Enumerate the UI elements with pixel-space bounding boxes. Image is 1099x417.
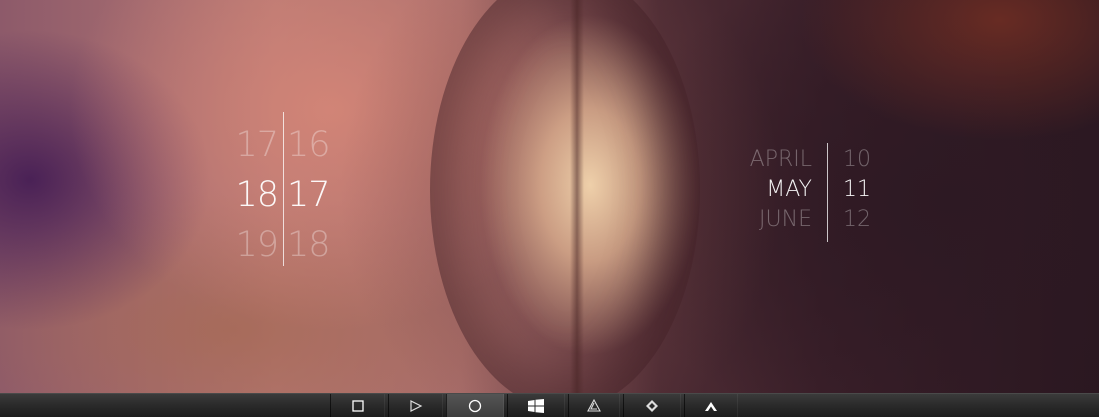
taskbar-button-square[interactable] — [330, 394, 385, 417]
current-minute: 17 — [287, 175, 331, 215]
time-widget: 17 18 19 16 17 18 — [226, 112, 346, 266]
taskbar — [0, 393, 1099, 417]
hours-column: 17 18 19 — [226, 120, 279, 270]
next-hour: 19 — [235, 225, 279, 265]
time-separator — [283, 112, 284, 266]
date-widget: APRIL MAY JUNE 10 11 12 — [740, 143, 880, 243]
taskbar-button-circle[interactable] — [446, 394, 504, 417]
current-hour: 18 — [235, 175, 279, 215]
play-triangle-icon — [409, 399, 423, 412]
taskbar-button-delta[interactable] — [568, 394, 620, 417]
next-day: 12 — [843, 207, 871, 232]
days-column: 10 11 12 — [843, 145, 883, 235]
next-minute: 18 — [287, 225, 331, 265]
previous-day: 10 — [843, 147, 871, 172]
taskbar-button-windows[interactable] — [507, 394, 565, 417]
taskbar-button-diamond[interactable] — [623, 394, 681, 417]
previous-month: APRIL — [749, 147, 812, 172]
wallpaper-center-line — [570, 0, 584, 393]
delta-triangle-icon — [587, 399, 601, 412]
taskbar-button-chevron[interactable] — [684, 394, 738, 417]
taskbar-button-play[interactable] — [388, 394, 443, 417]
wallpaper-ring-shading — [430, 0, 700, 393]
date-separator — [827, 143, 828, 242]
chevron-up-icon — [704, 400, 718, 412]
current-month: MAY — [766, 177, 812, 202]
desktop-wallpaper: 17 18 19 16 17 18 APRIL MAY JUNE 10 11 1… — [0, 0, 1099, 393]
windows-logo-icon — [528, 398, 544, 413]
next-month: JUNE — [759, 207, 812, 232]
minutes-column: 16 17 18 — [287, 120, 339, 270]
months-column: APRIL MAY JUNE — [722, 145, 812, 235]
circle-icon — [468, 399, 482, 413]
square-icon — [351, 399, 364, 412]
previous-minute: 16 — [287, 125, 331, 165]
current-day: 11 — [843, 177, 871, 202]
diamond-icon — [645, 399, 659, 413]
previous-hour: 17 — [235, 125, 279, 165]
